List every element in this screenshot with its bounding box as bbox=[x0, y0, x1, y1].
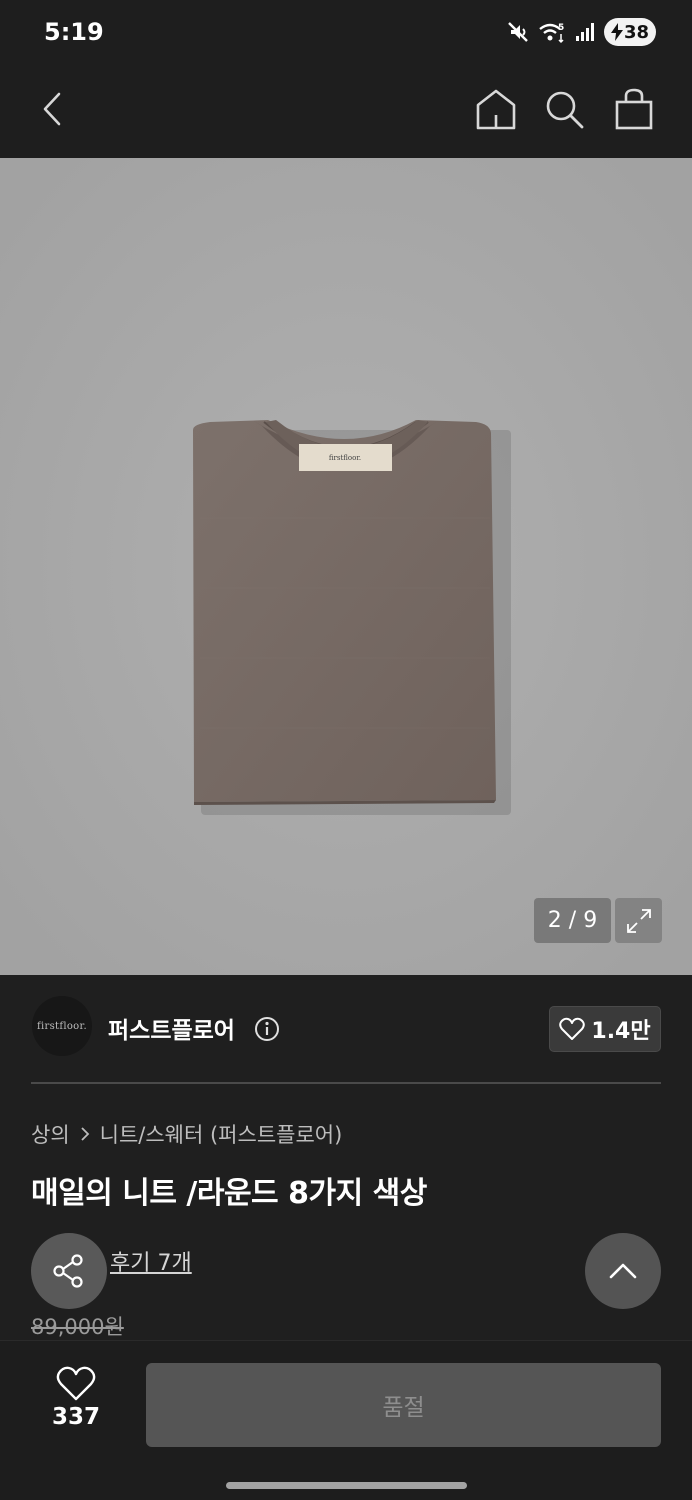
mute-icon bbox=[508, 22, 528, 42]
status-icons: 5 38 bbox=[506, 18, 656, 46]
back-button[interactable] bbox=[26, 82, 80, 136]
battery-level: 38 bbox=[623, 21, 649, 43]
status-bar: 5:19 5 38 bbox=[0, 0, 692, 60]
battery-indicator: 38 bbox=[604, 18, 656, 46]
wishlist-count: 337 bbox=[51, 1404, 100, 1430]
breadcrumb-subcategory[interactable]: 니트/스웨터 (퍼스트플로어) bbox=[100, 1119, 343, 1149]
expand-icon bbox=[626, 908, 651, 933]
product-image[interactable]: firstfloor. bbox=[0, 158, 692, 975]
status-time: 5:19 bbox=[44, 18, 104, 46]
cart-button[interactable] bbox=[607, 82, 661, 136]
back-icon bbox=[43, 92, 61, 126]
divider bbox=[31, 1082, 661, 1084]
brand-name[interactable]: 퍼스트플로어 bbox=[108, 1011, 235, 1045]
brand-logo[interactable]: firstfloor. bbox=[32, 996, 92, 1056]
charging-icon bbox=[611, 23, 623, 41]
sold-out-button[interactable]: 품절 bbox=[146, 1363, 661, 1447]
product-title: 매일의 니트 /라운드 8가지 색상 bbox=[31, 1176, 427, 1211]
home-icon bbox=[476, 89, 516, 130]
breadcrumb: 상의 니트/스웨터 (퍼스트플로어) bbox=[31, 1119, 342, 1149]
shopping-bag-icon bbox=[615, 88, 653, 130]
scroll-to-top-button[interactable] bbox=[585, 1233, 661, 1309]
signal-icon bbox=[576, 23, 594, 41]
info-icon[interactable] bbox=[254, 1016, 280, 1042]
review-link[interactable]: 후기 7개 bbox=[110, 1245, 192, 1277]
sweater-label-text: firstfloor. bbox=[329, 454, 361, 462]
svg-text:5: 5 bbox=[558, 23, 564, 33]
breadcrumb-category[interactable]: 상의 bbox=[31, 1119, 70, 1149]
search-button[interactable] bbox=[537, 82, 591, 136]
search-icon bbox=[546, 91, 584, 129]
wishlist-button[interactable]: 337 bbox=[28, 1366, 124, 1442]
expand-image-button[interactable] bbox=[615, 898, 662, 943]
sweater-image: firstfloor. bbox=[0, 158, 692, 975]
chevron-right-icon bbox=[81, 1127, 89, 1141]
share-button[interactable] bbox=[31, 1233, 107, 1309]
heart-icon bbox=[559, 1017, 586, 1040]
chevron-up-icon bbox=[609, 1263, 637, 1279]
home-indicator[interactable] bbox=[226, 1482, 467, 1489]
image-counter: 2 / 9 bbox=[534, 898, 611, 943]
share-icon bbox=[53, 1254, 83, 1288]
heart-icon bbox=[56, 1366, 96, 1401]
home-button[interactable] bbox=[469, 82, 523, 136]
top-navigation bbox=[0, 60, 692, 158]
wifi-icon: 5 bbox=[539, 23, 564, 44]
brand-like-button[interactable]: 1.4만 bbox=[549, 1006, 661, 1052]
brand-like-count: 1.4만 bbox=[591, 1019, 651, 1044]
original-price: 89,000원 bbox=[31, 1315, 124, 1339]
